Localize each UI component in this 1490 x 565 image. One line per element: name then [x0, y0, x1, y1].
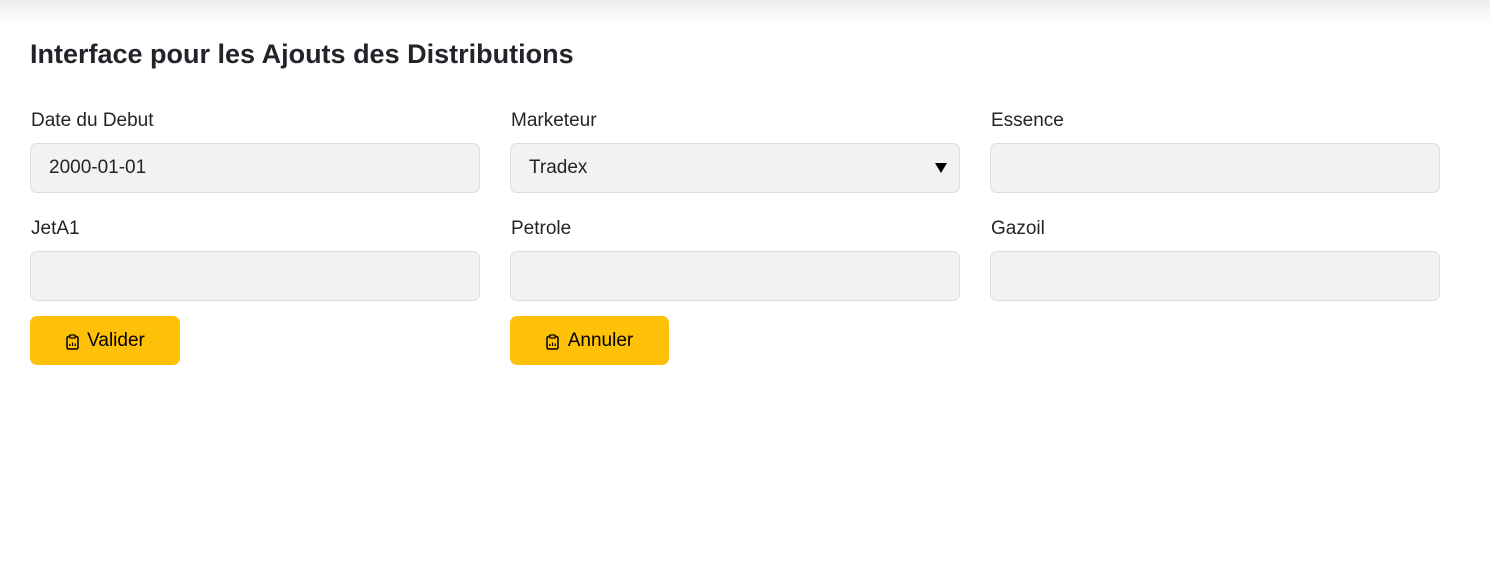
date-debut-input[interactable] [30, 143, 480, 193]
petrole-input[interactable] [510, 251, 960, 301]
header-shadow [0, 0, 1490, 24]
valider-button-label: Valider [87, 329, 145, 351]
valider-button[interactable]: Valider [30, 316, 180, 365]
jeta1-label: JetA1 [31, 218, 80, 239]
jeta1-input[interactable] [30, 251, 480, 301]
essence-label: Essence [991, 110, 1064, 131]
essence-input[interactable] [990, 143, 1440, 193]
dropdown-caret-icon [935, 163, 947, 173]
marketeur-select[interactable]: Tradex [510, 143, 960, 193]
petrole-label: Petrole [511, 218, 572, 239]
gazoil-input[interactable] [990, 251, 1440, 301]
annuler-button[interactable]: Annuler [510, 316, 669, 365]
page-title: Interface pour les Ajouts des Distributi… [30, 39, 574, 69]
date-debut-label: Date du Debut [31, 110, 154, 131]
gazoil-label: Gazoil [991, 218, 1045, 239]
marketeur-label: Marketeur [511, 110, 597, 131]
marketeur-selected-value: Tradex [529, 157, 588, 178]
annuler-button-label: Annuler [567, 329, 634, 351]
clipboard-icon [65, 333, 79, 351]
clipboard-icon [546, 333, 560, 351]
